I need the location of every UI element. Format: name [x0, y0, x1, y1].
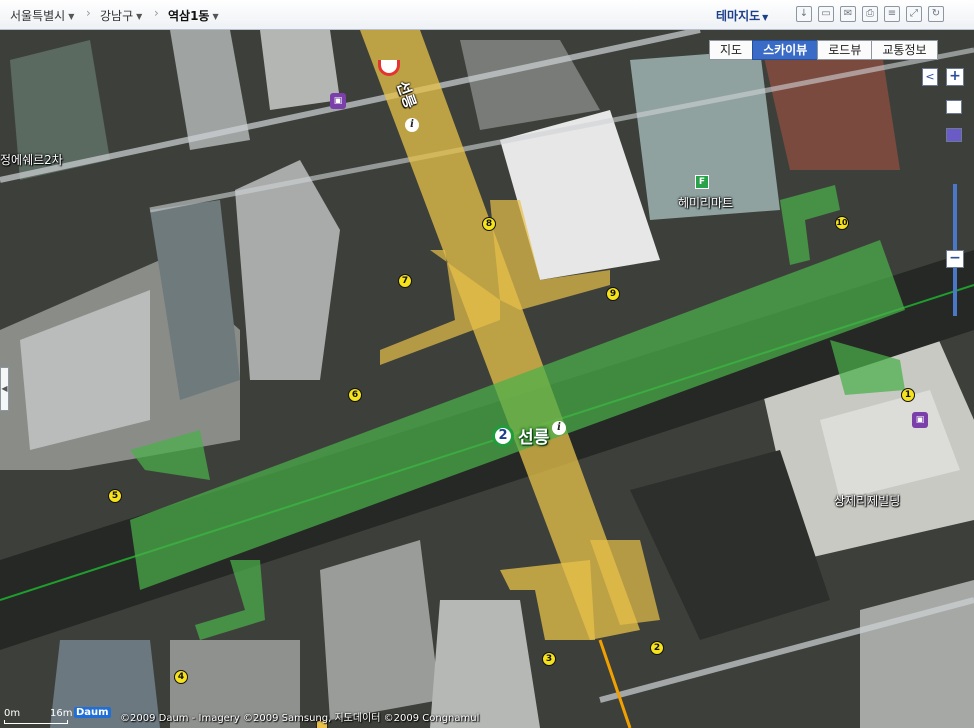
station-marker[interactable]: 2 선릉: [492, 423, 549, 448]
mart-label: 헤미리마트: [678, 196, 734, 210]
station-name: 선릉: [518, 428, 550, 448]
theme-map-menu[interactable]: 테마지도 ▼: [716, 7, 768, 24]
side-panel-toggle[interactable]: ◀: [0, 367, 9, 411]
bus-stop-icon[interactable]: ▣: [330, 93, 346, 109]
exit-marker[interactable]: 4: [174, 670, 188, 684]
breadcrumb-dong[interactable]: 역삼1동 ▼: [168, 7, 219, 24]
zoom-slider-handle[interactable]: [946, 128, 962, 142]
breadcrumb-city-label: 서울특별시: [10, 9, 66, 23]
exit-marker[interactable]: 2: [650, 641, 664, 655]
scale-zero: 0m: [4, 708, 21, 719]
pan-left-button[interactable]: <: [922, 68, 938, 86]
mail-icon[interactable]: ✉: [840, 6, 856, 22]
scale-bar: [4, 720, 68, 724]
breadcrumb-separator: ›: [154, 6, 159, 20]
map-type-tabs: 지도 스카이뷰 로드뷰 교통정보: [709, 40, 938, 60]
breadcrumb-district[interactable]: 강남구 ▼: [100, 7, 142, 24]
ruler-icon[interactable]: ≡: [884, 6, 900, 22]
zoom-out-button[interactable]: −: [946, 250, 964, 268]
tab-traffic[interactable]: 교통정보: [871, 40, 938, 60]
logo-text: Daum: [74, 707, 111, 718]
tab-skyview[interactable]: 스카이뷰: [752, 40, 819, 60]
exit-marker[interactable]: 10: [835, 216, 849, 230]
chevron-down-icon: ▼: [212, 12, 219, 21]
bus-stop-icon[interactable]: ▣: [912, 412, 928, 428]
satellite-map[interactable]: 선릉 i ▣ ▣ F 2 선릉 i 정에쉐르2차 헤미리마트 상제리제빌딩 1 …: [0, 30, 974, 728]
exit-marker[interactable]: 6: [348, 388, 362, 402]
refresh-icon[interactable]: ↻: [928, 6, 944, 22]
info-icon[interactable]: i: [552, 421, 566, 435]
breadcrumb-city[interactable]: 서울특별시 ▼: [10, 7, 74, 24]
exit-marker[interactable]: 8: [482, 217, 496, 231]
breadcrumb-dong-label: 역삼1동: [168, 9, 210, 23]
scale-end: 16m: [50, 708, 73, 719]
exit-marker[interactable]: 5: [108, 489, 122, 503]
building-label: 정에쉐르2차: [0, 153, 63, 167]
toolbar: ↓ ▭ ✉ ⎙ ≡ ⤢ ↻: [796, 6, 944, 22]
theme-map-label: 테마지도: [716, 9, 761, 23]
save-icon[interactable]: ▭: [818, 6, 834, 22]
copyright: ©2009 Daum - Imagery ©2009 Samsung, 지도데이…: [120, 713, 480, 724]
daum-logo: Daum: [74, 707, 111, 718]
breadcrumb-separator: ›: [86, 6, 91, 20]
building-label: 상제리제빌딩: [834, 494, 901, 508]
exit-marker[interactable]: 7: [398, 274, 412, 288]
chevron-down-icon: ▼: [136, 12, 143, 21]
info-icon[interactable]: i: [405, 118, 419, 132]
breadcrumb-district-label: 강남구: [100, 9, 134, 23]
chevron-down-icon: ▼: [762, 13, 769, 22]
chevron-down-icon: ▼: [68, 12, 75, 21]
exit-marker[interactable]: 9: [606, 287, 620, 301]
zoom-in-button[interactable]: +: [946, 68, 964, 86]
top-bar: 서울특별시 ▼ › 강남구 ▼ › 역삼1동 ▼ 테마지도 ▼ ↓ ▭ ✉ ⎙ ≡ ⤢ …: [0, 0, 974, 30]
scale-labels: 0m 16m: [4, 708, 72, 719]
subway-line-2-icon: 2: [492, 424, 514, 447]
exit-marker[interactable]: 3: [542, 652, 556, 666]
exit-marker[interactable]: 1: [901, 388, 915, 402]
mart-icon[interactable]: F: [695, 175, 709, 189]
tab-map[interactable]: 지도: [709, 40, 754, 60]
satellite-imagery: [0, 30, 974, 728]
print-icon[interactable]: ⎙: [862, 6, 878, 22]
tab-roadview[interactable]: 로드뷰: [817, 40, 873, 60]
download-icon[interactable]: ↓: [796, 6, 812, 22]
zoom-slider-arrows[interactable]: [946, 100, 962, 114]
zoom-control: + −: [942, 66, 966, 316]
fullscreen-icon[interactable]: ⤢: [906, 6, 922, 22]
